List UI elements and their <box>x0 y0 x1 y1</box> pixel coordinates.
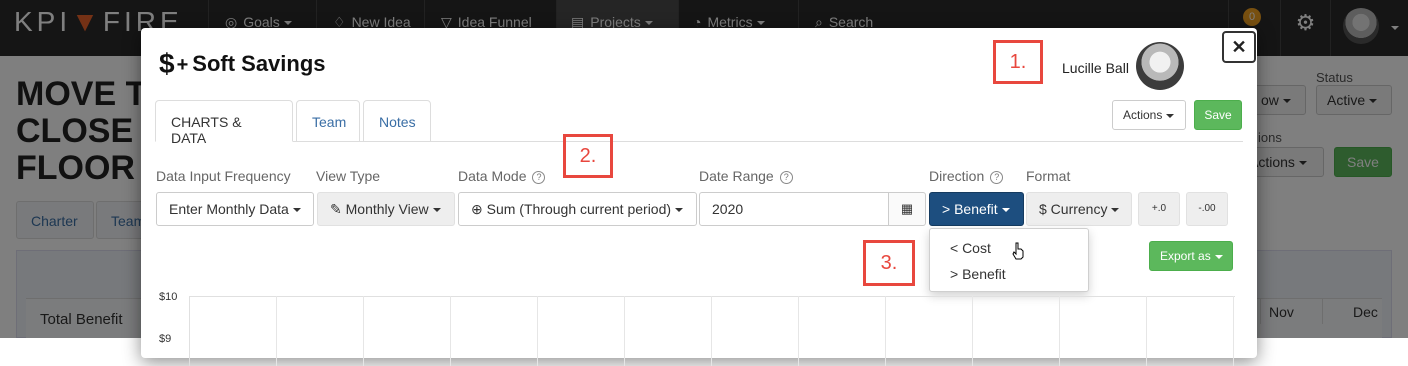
view-type-dropdown[interactable]: ✎ Monthly View <box>317 192 455 226</box>
data-input-frequency-label: Data Input Frequency <box>156 168 291 184</box>
increase-decimals-button[interactable]: +.0 <box>1138 192 1180 226</box>
help-icon[interactable]: ? <box>532 171 546 184</box>
tab-charts-data[interactable]: CHARTS & DATA <box>155 100 293 146</box>
chart-gridline <box>624 296 625 366</box>
chart-gridline <box>363 296 364 366</box>
chart-plot-area <box>189 296 1235 366</box>
y-tick-label: $9 <box>159 333 172 345</box>
chart-gridline <box>711 296 712 366</box>
actions-button[interactable]: Actions <box>1112 100 1186 130</box>
format-label: Format <box>1026 168 1071 184</box>
plus-icon: + <box>176 54 189 76</box>
tab-team[interactable]: Team <box>296 100 360 142</box>
format-dropdown[interactable]: $ Currency <box>1026 192 1132 226</box>
owner-name: Lucille Ball <box>1062 60 1129 76</box>
pencil-icon: ✎ <box>330 201 346 217</box>
hand-cursor-icon <box>1012 242 1024 260</box>
save-button[interactable]: Save <box>1194 100 1242 130</box>
dollar-icon: $ <box>159 48 175 79</box>
owner-avatar <box>1136 42 1184 90</box>
chart-gridline <box>1233 296 1234 366</box>
tab-notes[interactable]: Notes <box>363 100 431 142</box>
close-icon: ✕ <box>1231 37 1247 57</box>
help-icon[interactable]: ? <box>779 171 793 184</box>
export-as-button[interactable]: Export as <box>1149 241 1233 271</box>
chart-gridline <box>537 296 538 366</box>
chart-gridline <box>450 296 451 366</box>
data-input-frequency-dropdown[interactable]: Enter Monthly Data <box>156 192 314 226</box>
chart-gridline <box>1059 296 1060 366</box>
help-icon[interactable]: ? <box>990 171 1004 184</box>
chart-gridline <box>972 296 973 366</box>
date-range-label: Date Range? <box>699 168 793 184</box>
callout-2: 2. <box>563 134 613 178</box>
direction-menu: < Cost > Benefit <box>929 228 1089 292</box>
view-type-label: View Type <box>316 168 381 184</box>
modal-title: $ + Soft Savings <box>159 48 326 79</box>
direction-label: Direction? <box>929 168 1004 184</box>
direction-option-benefit[interactable]: > Benefit <box>950 266 1006 282</box>
plus-circle-icon: ⊕ <box>471 201 487 217</box>
close-button[interactable]: ✕ <box>1222 31 1256 63</box>
y-tick-label: $10 <box>159 291 178 303</box>
chart-gridline <box>276 296 277 366</box>
chart-gridline <box>798 296 799 366</box>
direction-option-cost[interactable]: < Cost <box>950 240 991 256</box>
data-mode-label: Data Mode? <box>458 168 546 184</box>
date-range-input[interactable]: 2020 <box>699 192 889 226</box>
decrease-decimals-button[interactable]: -.00 <box>1186 192 1228 226</box>
soft-savings-modal: $ + Soft Savings ✕ 1. Lucille Ball Actions… <box>141 28 1257 366</box>
direction-dropdown[interactable]: > Benefit <box>929 192 1024 226</box>
chart-gridline <box>885 296 886 366</box>
calendar-icon[interactable]: ▦ <box>888 192 926 226</box>
data-mode-dropdown[interactable]: ⊕ Sum (Through current period) <box>458 192 697 226</box>
callout-3: 3. <box>863 240 915 286</box>
callout-1: 1. <box>993 40 1043 84</box>
chart-gridline <box>1146 296 1147 366</box>
